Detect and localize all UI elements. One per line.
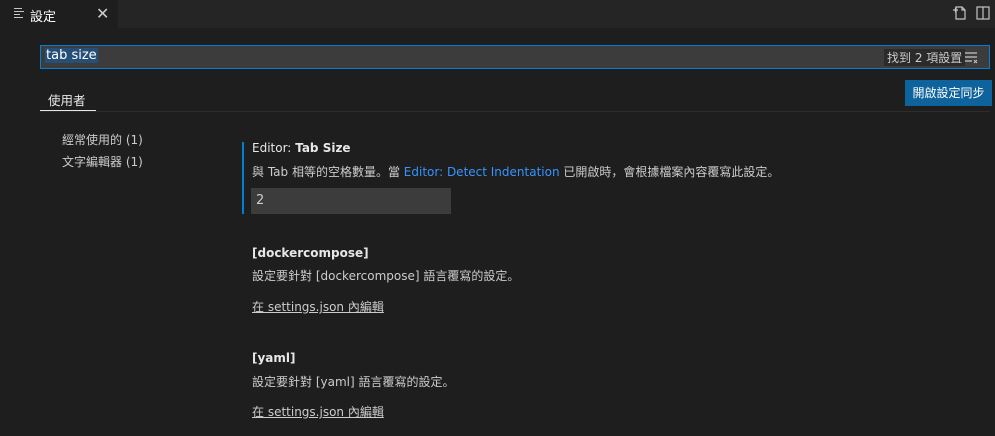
- edit-in-settings-json-link[interactable]: 在 settings.json 內編輯: [252, 403, 384, 420]
- settings-editor-icon: [14, 7, 24, 19]
- setting-name: Tab Size: [295, 141, 351, 155]
- setting-title-tab-size: Editor: Tab Size: [252, 141, 351, 155]
- description-text: 已開啟時，會根據檔案內容覆寫此設定。: [563, 165, 780, 179]
- editor-tab-bar: 設定 ✕: [0, 0, 995, 28]
- setting-description-dockercompose: 設定要針對 [dockercompose] 語言覆寫的設定。: [252, 269, 520, 283]
- setting-title-dockercompose: [dockercompose]: [252, 246, 369, 260]
- scope-divider: [40, 111, 990, 112]
- settings-toc: 經常使用的 (1) 文字編輯器 (1): [62, 131, 143, 175]
- search-query: tab size: [45, 48, 98, 63]
- split-editor-icon[interactable]: [974, 4, 992, 22]
- toc-item-commonly-used[interactable]: 經常使用的 (1): [62, 131, 143, 153]
- setting-description-tab-size: 與 Tab 相等的空格數量。當 Editor: Detect Indentati…: [252, 163, 779, 180]
- detect-indentation-link[interactable]: Editor: Detect Indentation: [404, 165, 560, 179]
- user-tab-label: 使用者: [48, 93, 86, 108]
- tab-title: 設定: [30, 10, 57, 25]
- description-text: 與 Tab 相等的空格數量。當: [252, 165, 400, 179]
- setting-title-yaml: [yaml]: [252, 351, 296, 365]
- focused-setting-indicator: [242, 142, 244, 214]
- filter-icon[interactable]: [963, 50, 979, 64]
- toc-item-text-editor[interactable]: 文字編輯器 (1): [62, 153, 143, 175]
- tab-size-input[interactable]: 2: [251, 188, 451, 214]
- setting-category: Editor:: [252, 141, 292, 155]
- open-settings-json-icon[interactable]: [951, 4, 969, 22]
- setting-description-yaml: 設定要針對 [yaml] 語言覆寫的設定。: [252, 375, 455, 389]
- settings-search-input[interactable]: tab size 找到 2 項設置: [40, 45, 990, 69]
- search-result-count: 找到 2 項設置: [884, 49, 966, 66]
- turn-on-settings-sync-button[interactable]: 開啟設定同步: [905, 80, 992, 106]
- settings-tab[interactable]: 設定 ✕: [0, 0, 118, 28]
- close-icon[interactable]: ✕: [96, 4, 109, 23]
- edit-in-settings-json-link[interactable]: 在 settings.json 內編輯: [252, 298, 384, 315]
